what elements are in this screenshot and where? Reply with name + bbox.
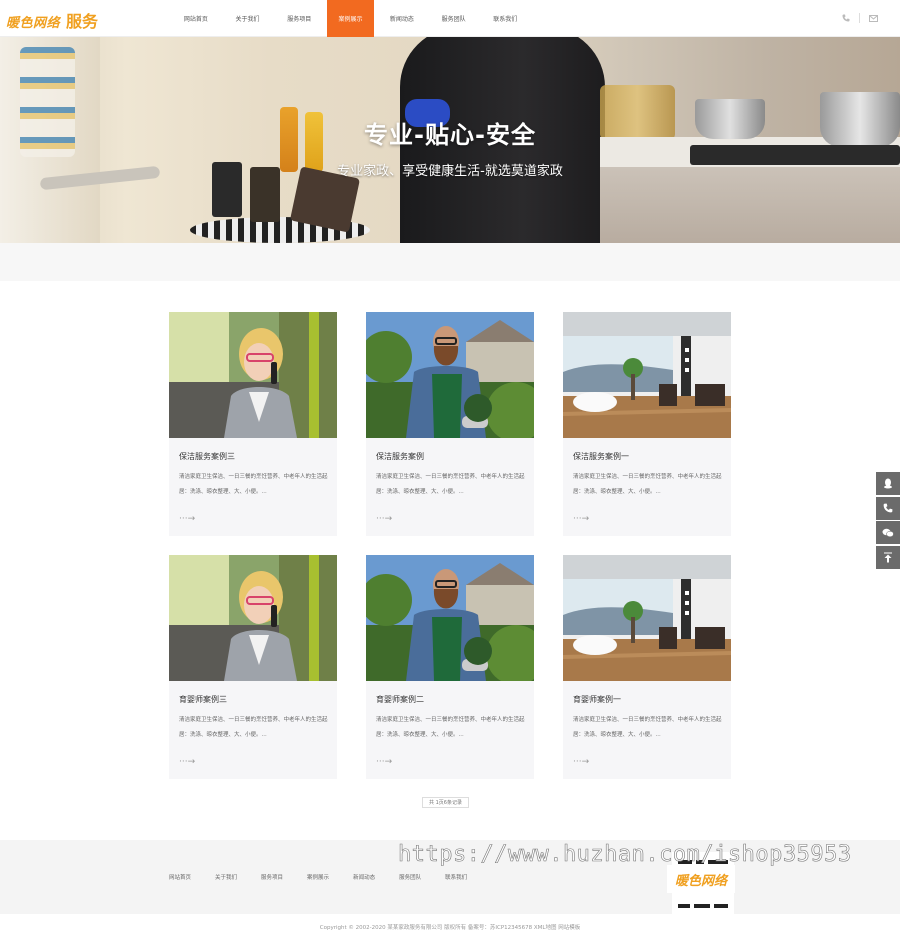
woman-phone-photo [169, 555, 337, 681]
case-title[interactable]: 保洁服务案例一 [573, 451, 629, 462]
nav-item-cases[interactable]: 案例展示 [327, 0, 375, 37]
wechat-icon[interactable] [876, 521, 900, 544]
more-arrow-icon[interactable]: ···→ [573, 514, 589, 524]
case-description: 清洁家庭卫生保洁、一日三餐的烹饪营养、中老年人的生活起居：洗涤、晾衣整理、大、小… [573, 474, 722, 495]
banner-title: 专业-贴心-安全 [364, 121, 536, 149]
footer-link-contact[interactable]: 联系我们 [445, 873, 467, 881]
qq-icon[interactable] [876, 472, 900, 495]
case-image-woman-phone[interactable] [169, 555, 337, 681]
case-image-gardener[interactable] [366, 312, 534, 438]
case-image-bathroom[interactable] [563, 555, 731, 681]
footer-link-services[interactable]: 服务项目 [261, 873, 283, 881]
nav-item-services[interactable]: 服务项目 [273, 0, 325, 37]
case-card[interactable]: 保洁服务案例 清洁家庭卫生保洁、一日三餐的烹饪营养、中老年人的生活起居：洗涤、晾… [366, 312, 534, 536]
case-title[interactable]: 育婴师案例二 [376, 694, 424, 705]
case-card[interactable]: 保洁服务案例三 清洁家庭卫生保洁、一日三餐的烹饪营养、中老年人的生活起居：洗涤、… [169, 312, 337, 536]
case-card[interactable]: 育婴师案例二 清洁家庭卫生保洁、一日三餐的烹饪营养、中老年人的生活起居：洗涤、晾… [366, 555, 534, 779]
back-to-top-icon[interactable] [876, 545, 900, 569]
woman-phone-photo [169, 312, 337, 438]
gardener-photo [366, 555, 534, 681]
case-image-woman-phone[interactable] [169, 312, 337, 438]
more-arrow-icon[interactable]: ···→ [179, 757, 195, 767]
case-card[interactable]: 育婴师案例三 清洁家庭卫生保洁、一日三餐的烹饪营养、中老年人的生活起居：洗涤、晾… [169, 555, 337, 779]
phone-icon[interactable] [876, 496, 900, 520]
pagination-info: 共 1页6条记录 [422, 797, 469, 808]
side-float-bar [876, 472, 900, 570]
watermark-url: https://www.huzhan.com/ishop35953 [398, 842, 852, 868]
watermark-logo: 暖色网络 [667, 865, 735, 893]
footer-link-team[interactable]: 服务团队 [399, 873, 421, 881]
case-description: 清洁家庭卫生保洁、一日三餐的烹饪营养、中老年人的生活起居：洗涤、晾衣整理、大、小… [376, 474, 525, 495]
footer-link-about[interactable]: 关于我们 [215, 873, 237, 881]
header-icons [841, 13, 878, 23]
nav-item-about[interactable]: 关于我们 [222, 0, 274, 37]
header-divider [859, 13, 860, 23]
more-arrow-icon[interactable]: ···→ [376, 514, 392, 524]
case-title[interactable]: 育婴师案例三 [179, 694, 227, 705]
gardener-photo [366, 312, 534, 438]
phone-icon[interactable] [841, 13, 851, 23]
mail-icon[interactable] [868, 13, 878, 23]
case-description: 清洁家庭卫生保洁、一日三餐的烹饪营养、中老年人的生活起居：洗涤、晾衣整理、大、小… [179, 474, 328, 495]
bathroom-photo [563, 555, 731, 681]
nav-item-home[interactable]: 网站首页 [170, 0, 222, 37]
case-card[interactable]: 育婴师案例一 清洁家庭卫生保洁、一日三餐的烹饪营养、中老年人的生活起居：洗涤、晾… [563, 555, 731, 779]
case-description: 清洁家庭卫生保洁、一日三餐的烹饪营养、中老年人的生活起居：洗涤、晾衣整理、大、小… [376, 717, 525, 738]
more-arrow-icon[interactable]: ···→ [179, 514, 195, 524]
hero-banner: 专业-贴心-安全 专业家政、享受健康生活-就选莫道家政 [0, 37, 900, 243]
more-arrow-icon[interactable]: ···→ [573, 757, 589, 767]
logo-text-service: 服务 [66, 12, 99, 31]
section-divider-strip [0, 243, 900, 281]
logo[interactable]: 暖色网络 服务 [6, 8, 99, 31]
more-arrow-icon[interactable]: ···→ [376, 757, 392, 767]
main-nav: 网站首页 关于我们 服务项目 案例展示 新闻动态 服务团队 联系我们 [170, 0, 531, 37]
footer-link-cases[interactable]: 案例展示 [307, 873, 329, 881]
case-title[interactable]: 保洁服务案例三 [179, 451, 235, 462]
case-title[interactable]: 育婴师案例一 [573, 694, 621, 705]
copyright: Copyright © 2002-2020 某某家政服务有限公司 版权所有 备案… [319, 925, 581, 931]
banner-subtitle: 专业家政、享受健康生活-就选莫道家政 [337, 164, 563, 179]
nav-item-team[interactable]: 服务团队 [428, 0, 480, 37]
footer-nav: 网站首页 关于我们 服务项目 案例展示 新闻动态 服务团队 联系我们 [169, 873, 491, 881]
case-image-bathroom[interactable] [563, 312, 731, 438]
nav-item-contact[interactable]: 联系我们 [479, 0, 531, 37]
footer-link-home[interactable]: 网站首页 [169, 873, 191, 881]
case-image-gardener[interactable] [366, 555, 534, 681]
nav-item-news[interactable]: 新闻动态 [376, 0, 428, 37]
footer-link-news[interactable]: 新闻动态 [353, 873, 375, 881]
case-card[interactable]: 保洁服务案例一 清洁家庭卫生保洁、一日三餐的烹饪营养、中老年人的生活起居：洗涤、… [563, 312, 731, 536]
bathroom-photo [563, 312, 731, 438]
case-title[interactable]: 保洁服务案例 [376, 451, 424, 462]
header: 暖色网络 服务 网站首页 关于我们 服务项目 案例展示 新闻动态 服务团队 联系… [0, 0, 900, 37]
logo-text: 暖色网络 [6, 16, 61, 31]
case-description: 清洁家庭卫生保洁、一日三餐的烹饪营养、中老年人的生活起居：洗涤、晾衣整理、大、小… [573, 717, 722, 738]
case-description: 清洁家庭卫生保洁、一日三餐的烹饪营养、中老年人的生活起居：洗涤、晾衣整理、大、小… [179, 717, 328, 738]
